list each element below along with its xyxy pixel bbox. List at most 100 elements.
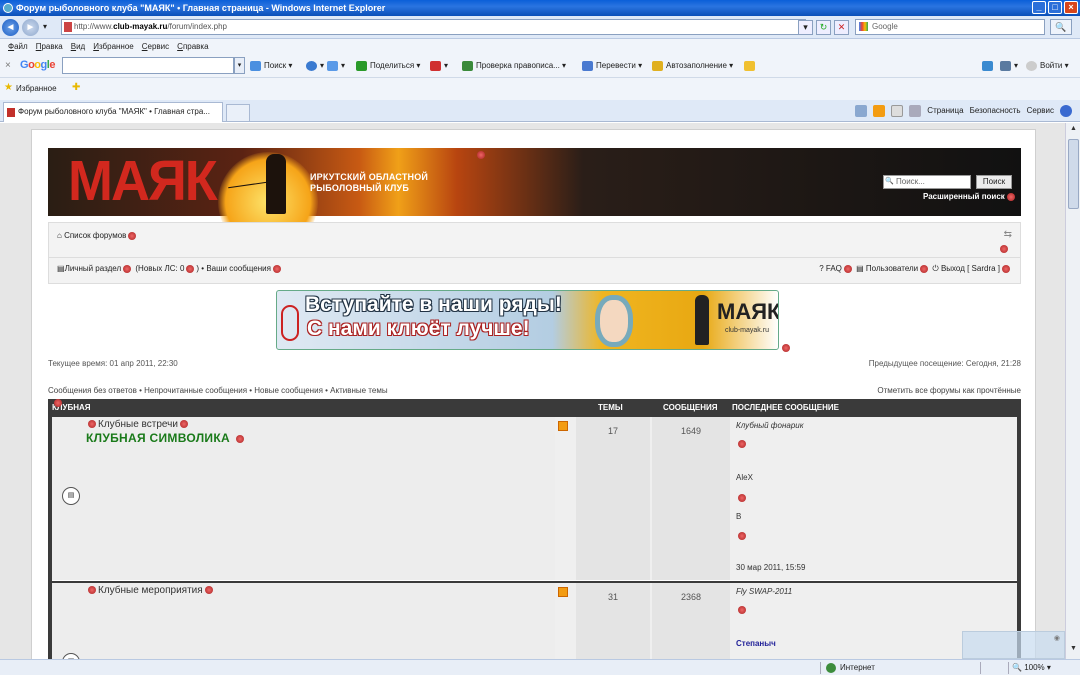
notification-popup[interactable]: ◉: [962, 631, 1065, 659]
last-post-topic[interactable]: Fly SWAP-2011: [736, 587, 792, 596]
google-search-button[interactable]: Поиск ▾: [250, 59, 292, 73]
command-bar: Страница Безопасность Сервис: [855, 103, 1072, 119]
last-post-topic[interactable]: Клубный фонарик: [736, 421, 804, 430]
toolbar-plus-button[interactable]: ▾: [327, 59, 345, 73]
forum-row: ▤ Клубные встречи КЛУБНАЯ СИМВОЛИКА 17 1…: [52, 417, 1017, 581]
scroll-up-icon[interactable]: ▲: [1068, 125, 1079, 137]
toolbar-close-icon[interactable]: ×: [5, 60, 11, 71]
scroll-down-icon[interactable]: ▼: [1068, 645, 1079, 657]
rss-icon[interactable]: [873, 105, 886, 117]
favorites-button[interactable]: Избранное: [16, 84, 57, 93]
col-posts: СООБЩЕНИЯ: [663, 403, 718, 412]
subforum-link[interactable]: КЛУБНАЯ СИМВОЛИКА: [86, 431, 246, 445]
menu-view[interactable]: Вид: [67, 39, 89, 54]
favorites-star-icon[interactable]: ★: [4, 83, 13, 93]
site-logo[interactable]: МАЯК: [68, 148, 218, 213]
browser-search-input[interactable]: Google: [855, 19, 1045, 35]
banner-fisherman: [695, 295, 709, 345]
browser-search-button[interactable]: 🔍: [1050, 19, 1072, 35]
tab-forum[interactable]: Форум рыболовного клуба "МАЯК" • Главная…: [3, 102, 223, 122]
pm-link[interactable]: (Новых ЛС: 0: [135, 264, 184, 273]
close-button[interactable]: ×: [1064, 1, 1078, 14]
translate-button[interactable]: Перевести ▾: [582, 59, 642, 73]
mark-read-link[interactable]: Отметить все форумы как прочтённые: [877, 386, 1021, 395]
globe-icon: [826, 663, 836, 673]
address-input[interactable]: http://www.club-mayak.ru/forum/index.php: [61, 19, 806, 35]
advanced-search-link[interactable]: Расширенный поиск: [923, 192, 1017, 201]
autofill-button[interactable]: Автозаполнение ▾: [652, 59, 733, 73]
topics-count: 31: [576, 583, 650, 659]
google-search-input[interactable]: [62, 57, 234, 74]
feed-icon[interactable]: [558, 421, 568, 431]
logout-link[interactable]: ⏻ Выход [ Sardra ]: [932, 264, 1000, 273]
new-tab-button[interactable]: [226, 104, 250, 122]
forum-title-link[interactable]: Клубные мероприятия: [86, 585, 215, 596]
stop-icon[interactable]: ✕: [834, 20, 849, 35]
mail-icon[interactable]: [891, 105, 904, 117]
faq-link[interactable]: ? FAQ: [819, 264, 842, 273]
current-time: Текущее время: 01 апр 2011, 22:30: [48, 359, 178, 368]
minimize-button[interactable]: _: [1032, 1, 1046, 14]
feed-icon[interactable]: [558, 587, 568, 597]
address-dropdown-icon[interactable]: ▾: [798, 20, 813, 35]
menu-tools[interactable]: Сервис: [138, 39, 173, 54]
page-menu[interactable]: Страница: [927, 103, 963, 119]
broken-image-icon: [843, 264, 852, 273]
members-link[interactable]: ▤ Пользователи: [856, 264, 918, 273]
print-icon[interactable]: [909, 105, 922, 117]
forum-index-link[interactable]: ⌂ Список форумов: [57, 231, 138, 240]
toolbar-globe-button[interactable]: ▾: [306, 59, 324, 73]
toolbar-settings-icon[interactable]: ▾: [1000, 59, 1018, 73]
posts-count: 2368: [652, 583, 730, 659]
forum-title-link[interactable]: Клубные встречи: [86, 419, 190, 430]
maximize-button[interactable]: □: [1048, 1, 1062, 14]
back-button[interactable]: ◄: [2, 19, 19, 36]
refresh-icon[interactable]: ↻: [816, 20, 831, 35]
broken-image-icon: [736, 531, 748, 540]
broken-image-icon: [123, 264, 132, 273]
forum-search-button[interactable]: Поиск: [976, 175, 1012, 189]
user-cp-link[interactable]: ▤Личный раздел: [57, 264, 121, 273]
banner-line1: Вступайте в наши ряды!: [305, 293, 562, 316]
toolbar-mail-button[interactable]: ▾: [430, 59, 448, 73]
google-search-dropdown[interactable]: ▾: [234, 57, 245, 74]
sign-in-button[interactable]: Войти ▾: [1026, 59, 1069, 73]
safety-menu[interactable]: Безопасность: [970, 103, 1021, 119]
toolbar-wrench-icon[interactable]: [982, 59, 996, 73]
history-dropdown-icon[interactable]: ▾: [43, 22, 47, 31]
ie-icon: [3, 3, 13, 13]
broken-image-icon: [128, 231, 137, 240]
forum-info-cell: ▤ Клубные мероприятия: [52, 583, 555, 659]
menu-favorites[interactable]: Избранное: [89, 39, 138, 54]
font-resize-icon[interactable]: ⇆: [1004, 229, 1012, 240]
broken-image-icon: [235, 434, 244, 443]
share-button[interactable]: Поделиться ▾: [356, 59, 420, 73]
forward-button[interactable]: ►: [22, 19, 39, 36]
broken-image-icon: [204, 586, 213, 595]
broken-image-icon: [1002, 264, 1010, 273]
tools-menu[interactable]: Сервис: [1027, 103, 1054, 119]
forum-search-input[interactable]: Поиск...: [883, 175, 971, 189]
menu-help[interactable]: Справка: [173, 39, 212, 54]
search-links[interactable]: Сообщения без ответов • Непрочитанные со…: [48, 386, 388, 395]
google-toolbar: × Google ▾ Поиск ▾ ▾ ▾ Поделиться ▾ ▾ Пр…: [0, 54, 1080, 78]
spellcheck-button[interactable]: Проверка правописа... ▾: [462, 59, 566, 73]
pencil-icon[interactable]: [744, 59, 758, 73]
menu-edit[interactable]: Правка: [32, 39, 67, 54]
add-favorite-icon[interactable]: ✚: [72, 83, 80, 93]
scroll-thumb[interactable]: [1068, 139, 1079, 209]
vertical-scrollbar[interactable]: ▲ ▼: [1065, 123, 1080, 659]
broken-image-icon: [782, 344, 790, 352]
window-title: Форум рыболовного клуба "МАЯК" • Главная…: [16, 3, 386, 13]
your-posts-link[interactable]: Ваши сообщения: [206, 264, 271, 273]
security-zone[interactable]: Интернет: [826, 660, 875, 675]
zoom-level[interactable]: 🔍 100% ▾: [1012, 660, 1051, 675]
last-post-author[interactable]: Степаныч: [736, 639, 776, 648]
help-icon[interactable]: [1060, 105, 1072, 117]
home-icon[interactable]: [855, 105, 868, 117]
broken-image-icon: [54, 399, 62, 407]
last-post-author[interactable]: AleX: [736, 473, 753, 482]
account-links: ? FAQ ▤ Пользователи ⏻ Выход [ Sardra ]: [819, 264, 1012, 274]
join-banner[interactable]: Вступайте в наши ряды! С нами клюёт лучш…: [276, 290, 779, 350]
menu-file[interactable]: Файл: [4, 39, 32, 54]
